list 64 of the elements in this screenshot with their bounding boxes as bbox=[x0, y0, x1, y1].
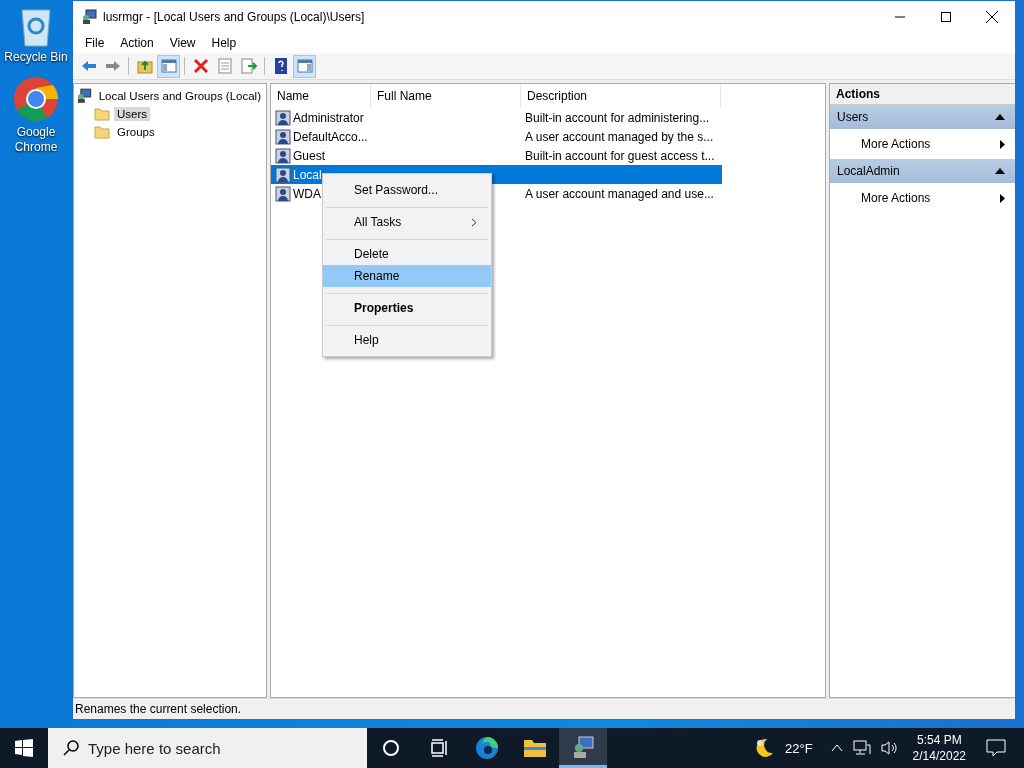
temperature-text[interactable]: 22°F bbox=[785, 740, 813, 756]
chevron-right-icon bbox=[471, 217, 477, 227]
user-icon bbox=[275, 166, 291, 183]
menu-item[interactable]: Help bbox=[203, 35, 245, 50]
menu-item[interactable]: Set Password... bbox=[323, 179, 491, 201]
table-cell: DefaultAcco... bbox=[293, 129, 368, 144]
user-icon bbox=[275, 109, 291, 126]
actions-header: Actions bbox=[830, 84, 1015, 105]
table-cell: Guest bbox=[293, 148, 325, 163]
date-text: 2/14/2022 bbox=[912, 748, 966, 764]
browser-icon[interactable] bbox=[12, 75, 60, 123]
submenu-arrow-icon bbox=[1000, 139, 1005, 149]
column-header[interactable]: Full Name bbox=[371, 84, 521, 108]
submenu-arrow-icon bbox=[1000, 193, 1005, 203]
search-field[interactable]: Type here to search bbox=[48, 728, 367, 768]
user-icon bbox=[275, 147, 291, 164]
pane-icon[interactable] bbox=[157, 54, 180, 78]
tree-item[interactable]: Users bbox=[114, 107, 151, 121]
table-cell: Administrator bbox=[293, 110, 364, 125]
menu-item[interactable]: Rename bbox=[323, 265, 491, 287]
tree-item[interactable]: Groups bbox=[114, 125, 158, 139]
column-header[interactable]: Description bbox=[521, 84, 721, 108]
menu-item[interactable]: All Tasks bbox=[323, 211, 491, 233]
action-item[interactable]: More Actions bbox=[830, 183, 1015, 213]
status-text: Renames the current selection. bbox=[75, 702, 242, 716]
windows-logo-icon bbox=[15, 739, 33, 757]
folder-icon bbox=[94, 107, 110, 121]
notification-icon[interactable] bbox=[986, 739, 1006, 757]
collapse-icon[interactable] bbox=[995, 168, 1005, 174]
table-cell-text: Built-in account for guest access t... bbox=[524, 148, 716, 163]
speaker-icon[interactable] bbox=[880, 740, 899, 756]
close-icon bbox=[986, 10, 998, 23]
table-cell: Local bbox=[293, 167, 322, 182]
menu-item[interactable]: View bbox=[161, 35, 204, 50]
tree-item[interactable]: Local Users and Groups (Local) bbox=[95, 89, 264, 103]
menu-item[interactable]: Help bbox=[323, 329, 491, 351]
menu-item[interactable]: File bbox=[77, 35, 113, 50]
table-cell: WDA bbox=[293, 186, 321, 201]
collapse-icon[interactable] bbox=[995, 114, 1005, 120]
table-cell-text: A user account managed by the s... bbox=[524, 129, 715, 144]
chevron-up-icon[interactable] bbox=[830, 744, 843, 752]
network-icon[interactable] bbox=[852, 740, 871, 756]
users-computer-icon bbox=[76, 88, 92, 104]
desktop-icon-label[interactable]: Recycle Bin bbox=[1, 50, 71, 65]
menu-item[interactable]: Action bbox=[112, 35, 162, 50]
window-title: lusrmgr - [Local Users and Groups (Local)\Users] bbox=[103, 9, 366, 24]
clock[interactable]: 5:54 PM 2/14/2022 bbox=[912, 732, 966, 764]
menu-item[interactable]: Properties bbox=[323, 297, 491, 319]
users-computer-icon[interactable] bbox=[559, 728, 607, 768]
user-icon bbox=[275, 128, 291, 145]
section-header[interactable]: Users bbox=[830, 105, 1015, 129]
folder-icon bbox=[94, 125, 110, 139]
pane-icon[interactable] bbox=[293, 54, 316, 78]
desktop-icon-label[interactable]: Google Chrome bbox=[1, 125, 71, 155]
user-icon bbox=[275, 185, 291, 202]
table-cell-text: Built-in account for administering... bbox=[524, 110, 711, 125]
menu-item[interactable]: Delete bbox=[323, 243, 491, 265]
action-item[interactable]: More Actions bbox=[830, 129, 1015, 159]
table-cell-text: A user account managed and use... bbox=[524, 186, 715, 201]
time-text: 5:54 PM bbox=[916, 732, 962, 748]
users-computer-icon bbox=[81, 8, 97, 25]
maximize-icon bbox=[941, 11, 951, 22]
section-header[interactable]: LocalAdmin bbox=[830, 159, 1015, 183]
column-header[interactable]: Name bbox=[271, 84, 371, 108]
